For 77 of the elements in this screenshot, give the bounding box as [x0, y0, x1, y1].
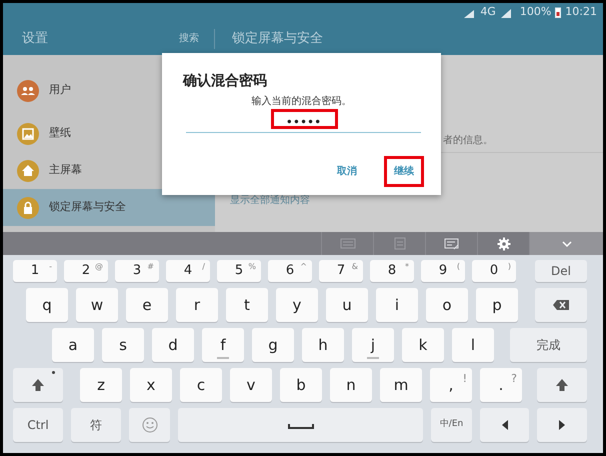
key[interactable]: h [302, 328, 344, 362]
key[interactable]: q [26, 288, 68, 322]
keyboard-icon[interactable] [340, 236, 356, 250]
key[interactable]: x [130, 368, 172, 402]
emoji-key[interactable] [129, 408, 170, 442]
left-arrow-icon [500, 419, 510, 431]
clock: 10:21 [565, 4, 597, 20]
cancel-button[interactable]: 取消 [331, 159, 363, 184]
delete-key[interactable]: Del [535, 260, 587, 282]
padlock-icon [17, 196, 39, 218]
key[interactable]: w [76, 288, 118, 322]
key[interactable]: 5 % [217, 260, 261, 282]
shift-key[interactable] [13, 368, 63, 402]
key[interactable]: g [252, 328, 294, 362]
key[interactable]: 7 & [319, 260, 363, 282]
key[interactable]: m [380, 368, 422, 402]
signal-icon [462, 8, 476, 18]
key[interactable]: 1 - [13, 260, 57, 282]
shift-key[interactable] [537, 368, 587, 402]
key[interactable]: 0 ) [472, 260, 516, 282]
key[interactable]: e [126, 288, 168, 322]
key[interactable]: 9 ( [421, 260, 465, 282]
keyboard-edit-icon[interactable] [444, 236, 460, 250]
key[interactable]: 8 * [370, 260, 414, 282]
picture-icon [17, 122, 39, 144]
continue-button[interactable]: 继续 [387, 159, 421, 184]
key[interactable]: u [326, 288, 368, 322]
key[interactable]: 6 ^ [268, 260, 312, 282]
battery-icon [555, 7, 562, 18]
signal-icon [500, 8, 512, 18]
key[interactable]: v [230, 368, 272, 402]
clipboard-icon[interactable] [392, 236, 408, 250]
key[interactable]: s [102, 328, 144, 362]
symbol-key[interactable]: 符 [71, 408, 121, 442]
dialog-message: 输入当前的混合密码。 [250, 94, 352, 109]
key[interactable]: i [376, 288, 418, 322]
done-key[interactable]: 完成 [510, 328, 587, 362]
smiley-icon [142, 417, 158, 433]
key[interactable]: 2 @ [64, 260, 108, 282]
key[interactable]: d [152, 328, 194, 362]
sidebar-item[interactable]: 主屏幕 [3, 152, 215, 189]
key[interactable]: y [276, 288, 318, 322]
password-field[interactable]: ••••• [186, 112, 421, 132]
sidebar-item[interactable]: 锁定屏幕与安全 [3, 189, 215, 226]
language-key[interactable]: 中/En [431, 408, 472, 442]
key[interactable]: a [52, 328, 94, 362]
battery-percent: 100% [520, 4, 552, 20]
shift-icon [555, 378, 569, 392]
dialog-title: 确认混合密码 [182, 72, 268, 91]
app-title: 设置 [21, 30, 49, 48]
key[interactable]: j [352, 328, 394, 362]
key[interactable]: z [80, 368, 122, 402]
backspace-key[interactable] [535, 288, 587, 322]
page-title: 锁定屏幕与安全 [231, 30, 323, 48]
key[interactable]: 4 / [166, 260, 210, 282]
shift-icon [31, 378, 45, 392]
key[interactable]: l [452, 328, 494, 362]
key[interactable]: k [402, 328, 444, 362]
ctrl-key[interactable]: Ctrl [13, 408, 63, 442]
key[interactable]: , ! [430, 368, 472, 402]
house-icon [17, 160, 39, 182]
space-icon [288, 422, 314, 428]
key[interactable]: r [176, 288, 218, 322]
users-icon [17, 80, 39, 102]
key[interactable]: 3 # [115, 260, 159, 282]
network-label: 4G [480, 4, 496, 20]
key[interactable]: p [476, 288, 518, 322]
key[interactable]: n [330, 368, 372, 402]
settings-icon[interactable] [496, 236, 512, 250]
key[interactable]: t [226, 288, 268, 322]
key[interactable]: . ? [480, 368, 522, 402]
key[interactable]: c [180, 368, 222, 402]
key[interactable]: f [202, 328, 244, 362]
right-arrow-icon [557, 419, 567, 431]
key[interactable]: b [280, 368, 322, 402]
key[interactable]: o [426, 288, 468, 322]
backspace-icon [552, 298, 570, 312]
